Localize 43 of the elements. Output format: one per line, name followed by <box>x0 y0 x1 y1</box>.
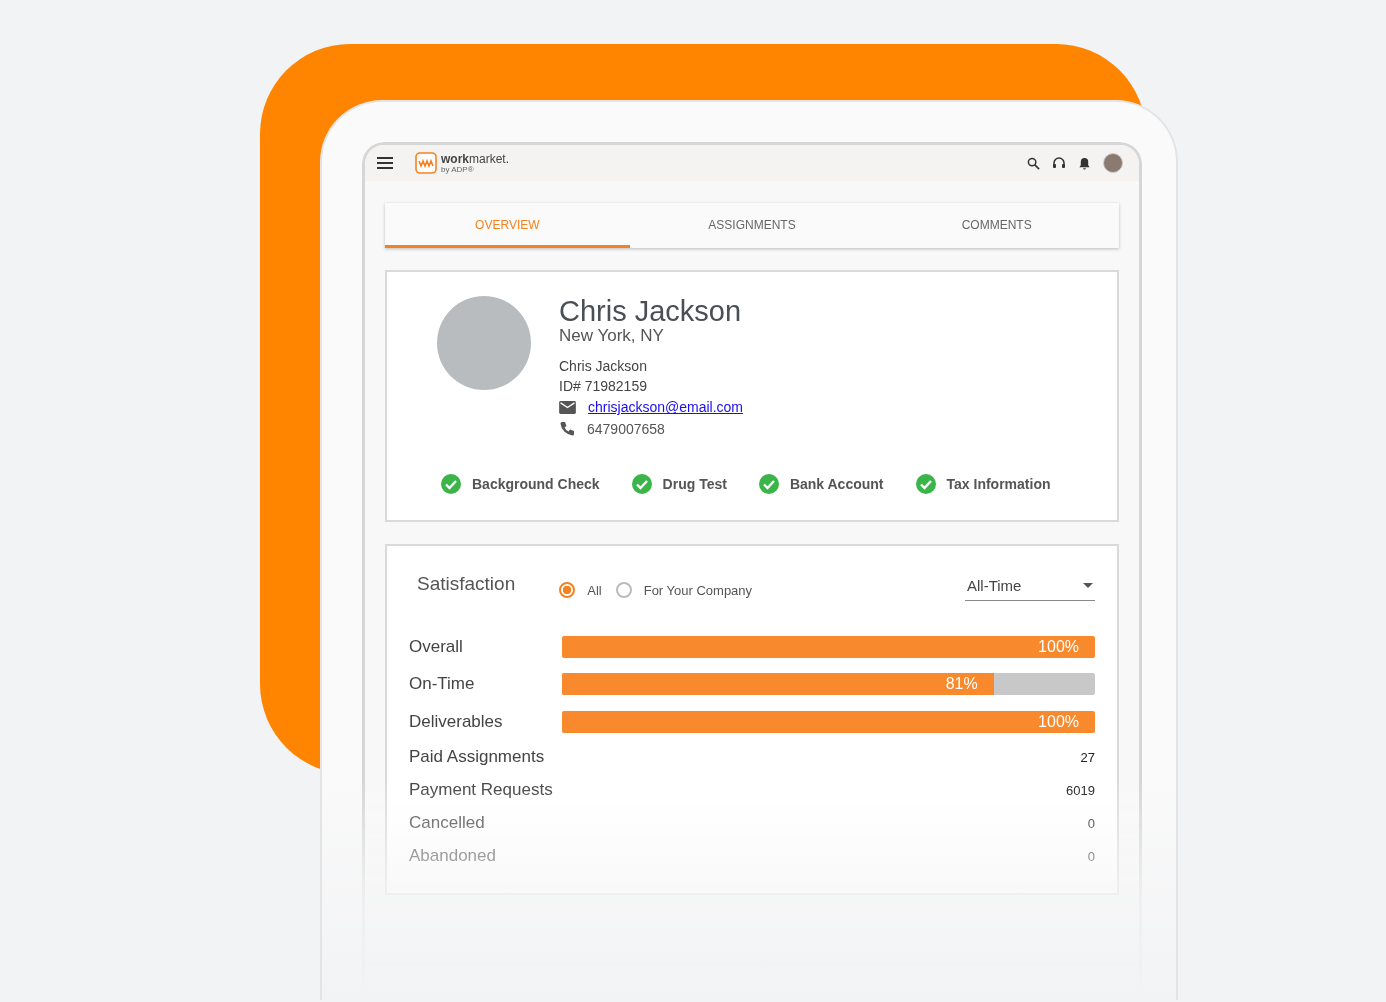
metric-label: Payment Requests <box>409 780 554 800</box>
tab[interactable]: COMMENTS <box>874 203 1119 248</box>
tab[interactable]: ASSIGNMENTS <box>629 203 875 248</box>
brand-wordmark: workmarket. <box>441 152 510 165</box>
percent-reading: 100% <box>1038 712 1079 731</box>
metric-value: 0 <box>1087 815 1095 831</box>
metric-label: Deliverables <box>409 711 504 732</box>
period-dropdown[interactable]: All-Time <box>965 573 1095 601</box>
profile-name: Chris Jackson <box>559 296 743 327</box>
logo-icon <box>415 152 437 174</box>
metric-value: 27 <box>1080 749 1095 765</box>
headset-icon[interactable] <box>1052 156 1066 170</box>
check-label: Drug Test <box>662 476 727 493</box>
check-label: Bank Account <box>789 476 884 493</box>
radio-button[interactable] <box>615 582 632 598</box>
metric-label: Abandoned <box>409 846 497 866</box>
metric-value: 6019 <box>1066 782 1095 798</box>
brand-tagline: by ADP® <box>441 165 475 174</box>
radio-label[interactable]: All <box>587 582 602 598</box>
avatar[interactable] <box>1103 153 1123 173</box>
percent-reading: 100% <box>1038 637 1079 656</box>
profile-location: New York, NY <box>559 326 665 347</box>
menu-icon[interactable] <box>377 157 393 169</box>
section-title: Satisfaction <box>417 573 516 595</box>
radio-button[interactable] <box>559 582 576 598</box>
metric-label: Cancelled <box>409 813 486 833</box>
metric-label: On-Time <box>409 674 476 695</box>
metric-value: 0 <box>1087 848 1095 864</box>
percent-reading: 81% <box>945 675 978 694</box>
check-label: Background Check <box>472 476 600 493</box>
worker-id: ID# 71982159 <box>559 377 648 397</box>
phone-icon <box>559 421 575 438</box>
caret-icon <box>1083 583 1093 588</box>
display-name: Chris Jackson <box>559 357 648 377</box>
email-link[interactable]: chrisjackson@email.com <box>588 399 744 416</box>
check-label: Tax Information <box>946 476 1051 493</box>
phone-number: 6479007658 <box>587 421 665 438</box>
radio-label[interactable]: For Your Company <box>643 582 753 598</box>
metric-label: Paid Assignments <box>409 747 546 767</box>
bell-icon[interactable] <box>1078 156 1091 170</box>
metric-label: Overall <box>409 636 464 657</box>
search-icon[interactable] <box>1027 156 1040 170</box>
mail-icon <box>559 400 576 414</box>
